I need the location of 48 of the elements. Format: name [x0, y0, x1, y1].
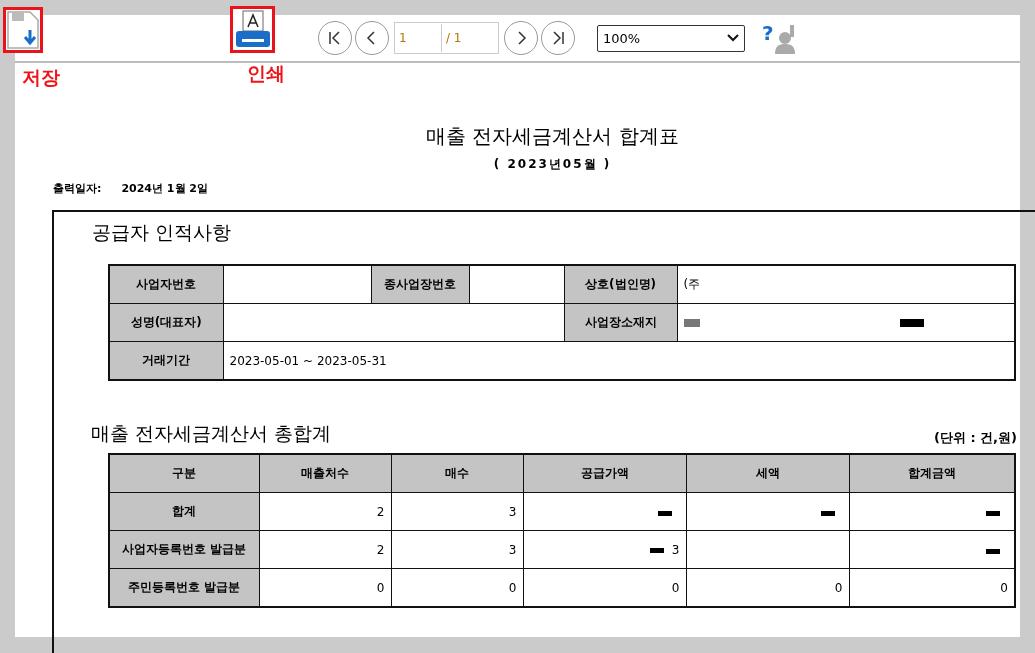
- redaction-mark: [657, 510, 672, 516]
- redaction-mark: [649, 547, 664, 553]
- zoom-dropdown[interactable]: 100%: [597, 24, 745, 52]
- section-heading: 공급자 인적사항: [92, 220, 232, 245]
- table-cell: 3: [523, 530, 686, 569]
- table-header-cell: 사업자번호: [109, 265, 223, 304]
- save-button[interactable]: [3, 7, 43, 53]
- table-header-cell: 종사업장번호: [371, 265, 469, 304]
- last-page-button[interactable]: [541, 21, 575, 55]
- print-date-label: 출력일자:: [53, 181, 102, 196]
- table-cell: 3: [391, 492, 523, 531]
- redaction-mark: [986, 548, 1000, 554]
- print-button[interactable]: [230, 6, 275, 53]
- column-header: 세액: [686, 454, 849, 493]
- row-header: 합계: [109, 492, 259, 531]
- report-period: ( 2023년05월 ): [492, 156, 613, 173]
- table-header-cell: 상호(법인명): [564, 265, 677, 304]
- column-header: 매수: [391, 454, 523, 493]
- unit-note: (단위 : 건,원): [933, 429, 1017, 447]
- print-date: 2024년 1월 2일: [121, 181, 208, 196]
- column-header: 매출처수: [259, 454, 391, 493]
- row-header: 주민등록번호 발급분: [109, 568, 259, 607]
- page-number-field[interactable]: 1 / 1: [394, 22, 499, 54]
- column-header: 구분: [109, 454, 259, 493]
- redaction-mark: [820, 510, 835, 516]
- next-page-button[interactable]: [504, 21, 538, 55]
- annotation-label: 인쇄: [247, 61, 285, 86]
- last-page-icon: [551, 31, 565, 45]
- first-page-icon: [328, 31, 342, 45]
- column-header: 공급가액: [523, 454, 686, 493]
- annotation-label: 저장: [22, 65, 60, 90]
- table-header-cell: 거래기간: [109, 341, 223, 380]
- previous-page-button[interactable]: [355, 21, 389, 55]
- table-cell: 2: [259, 492, 391, 531]
- table-cell: 3: [391, 530, 523, 569]
- redaction-mark: [899, 319, 924, 327]
- column-header: 합계금액: [849, 454, 1015, 493]
- caret-icon: [727, 34, 739, 42]
- table-header-cell: 성명(대표자): [109, 303, 223, 342]
- first-page-button[interactable]: [318, 21, 352, 55]
- redaction-mark: [683, 319, 700, 327]
- redaction-mark: [986, 510, 1000, 516]
- save-icon: [6, 10, 40, 50]
- table-cell: 2: [259, 530, 391, 569]
- table-header-cell: 사업장소재지: [564, 303, 677, 342]
- section-heading: 매출 전자세금계산서 총합계: [91, 421, 332, 446]
- report-title: 매출 전자세금계산서 합계표: [425, 123, 680, 150]
- row-header: 사업자등록번호 발급분: [109, 530, 259, 569]
